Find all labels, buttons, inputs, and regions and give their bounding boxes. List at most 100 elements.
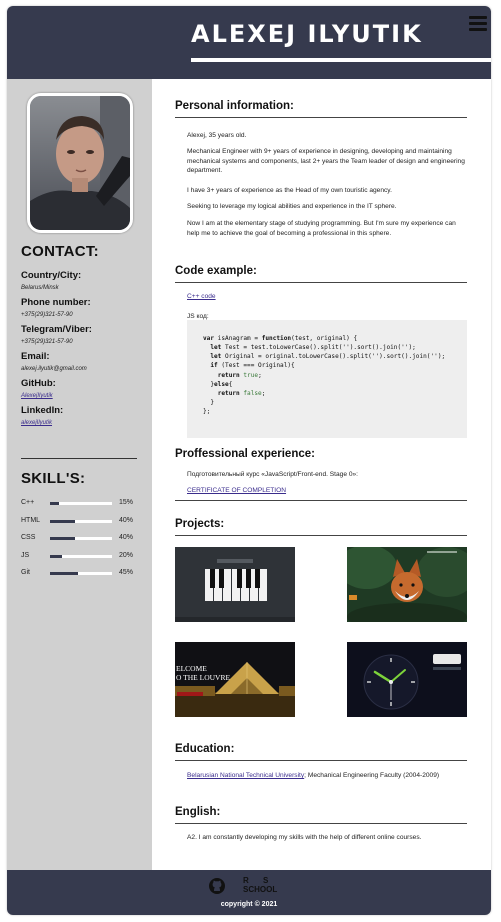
personal-paragraph: Now I am at the elementary stage of stud…	[187, 220, 456, 237]
code-line: };	[203, 408, 211, 416]
telegram-label: Telegram/Viber:	[21, 324, 92, 335]
rs-school-logo[interactable]: R S SCHOOL	[241, 877, 287, 895]
code-section: Code example:	[175, 265, 467, 283]
skill-bar-fill	[50, 519, 75, 523]
country-label: Country/City:	[21, 270, 82, 281]
louvre-thumb-text-2: O THE LOUVRE	[176, 673, 230, 682]
code-title: Code example:	[175, 265, 257, 277]
course-text: Подготовительный курс «JavaScript/Front-…	[187, 471, 359, 478]
github-label: GitHub:	[21, 378, 56, 389]
code-line: var isAnagram = function(test, original)…	[203, 335, 358, 342]
section-divider	[175, 535, 467, 536]
rs-logo-school: SCHOOL	[243, 885, 278, 894]
code-line: let Original = original.toLowerCase().sp…	[210, 353, 446, 361]
github-link[interactable]: AlexejIlyutik	[21, 393, 141, 399]
code-line: if (Test === Original){	[210, 362, 295, 370]
skill-percent: 45%	[119, 569, 134, 576]
section-divider	[175, 823, 467, 824]
telegram-value: +375(29)321-57-90	[21, 339, 73, 345]
rs-logo-letter-s: S	[263, 876, 269, 885]
contact-title: CONTACT:	[21, 243, 99, 260]
skill-name: Git	[21, 569, 30, 576]
skill-name: HTML	[21, 516, 41, 524]
section-divider	[175, 117, 467, 118]
avatar	[27, 93, 133, 233]
personal-paragraph: I have 3+ years of experience as the Hea…	[187, 187, 392, 194]
skill-bar	[50, 502, 112, 505]
title-underline	[191, 58, 491, 62]
certificate-link[interactable]: CERTIFICATE OF COMPLETION	[187, 487, 286, 494]
skill-percent: 15%	[119, 499, 134, 506]
personal-paragraph: Seeking to leverage my logical abilities…	[187, 203, 397, 210]
skill-percent: 40%	[119, 534, 134, 541]
university-link[interactable]: Belarusian National Technical University	[187, 771, 304, 781]
skill-name: C++	[21, 499, 35, 506]
english-section: English:	[175, 806, 467, 824]
skill-bar	[50, 537, 112, 540]
code-block: var isAnagram = function(test, original)…	[187, 320, 467, 438]
personal-paragraph: Alexej, 35 years old.	[187, 132, 247, 139]
contact-section: CONTACT: Country/City: Belarus/Minsk Pho…	[21, 243, 141, 430]
english-title: English:	[175, 806, 221, 818]
experience-section: Proffessional experience:	[175, 448, 467, 460]
linkedin-label: LinkedIn:	[21, 405, 64, 416]
skill-percent: 20%	[119, 551, 134, 559]
code-line: return true;	[217, 371, 262, 379]
projects-title: Projects:	[175, 518, 225, 530]
country-value: Belarus/Minsk	[21, 285, 59, 291]
phone-value: +375(29)321-57-90	[21, 312, 73, 318]
sidebar: CONTACT: Country/City: Belarus/Minsk Pho…	[7, 79, 152, 870]
personal-title: Personal information:	[175, 100, 294, 112]
experience-title: Proffessional experience:	[175, 448, 315, 460]
skill-row: JS 20%	[21, 552, 139, 570]
skill-row: HTML 40%	[21, 517, 139, 535]
cpp-code-link[interactable]: C++ code	[187, 293, 216, 300]
project-thumbnail-fox[interactable]	[347, 547, 467, 622]
projects-section: Projects:	[175, 518, 467, 536]
personal-paragraph: Mechanical Engineer with 9+ years of exp…	[187, 148, 465, 175]
skill-name: JS	[21, 551, 30, 559]
phone-label: Phone number:	[21, 297, 91, 308]
skill-row: C++ 15%	[21, 499, 139, 517]
project-thumbnail-louvre[interactable]: ELCOME O THE LOUVRE	[175, 642, 295, 717]
skill-row: Git 45%	[21, 569, 139, 587]
code-line: }else{	[203, 380, 233, 388]
project-thumbnail-piano[interactable]	[175, 547, 295, 622]
project-thumbnail-clock[interactable]	[347, 642, 467, 717]
english-text: A2. I am constantly developing my skills…	[187, 834, 422, 841]
skill-percent: 40%	[119, 516, 134, 524]
skill-name: CSS	[21, 534, 36, 541]
education-section: Education:	[175, 743, 467, 761]
education-details: ; Mechanical Engineering Faculty (2004-2…	[304, 772, 440, 779]
skill-bar-fill	[50, 572, 78, 575]
header: ALEXEJ ILYUTIK	[7, 6, 491, 79]
code-line: let Test = test.toLowerCase().split('').…	[210, 344, 416, 352]
skill-bar	[50, 572, 112, 575]
footer: R S SCHOOL copyright © 2021	[7, 870, 491, 915]
skill-bar-fill	[50, 537, 75, 540]
skills-list: C++ 15% HTML 40% CSS 40% JS 20% Git 45%	[21, 499, 139, 587]
skill-bar-fill	[50, 502, 60, 505]
louvre-thumb-text-1: ELCOME	[176, 664, 207, 673]
section-divider	[175, 760, 467, 761]
code-line: }	[203, 398, 215, 406]
email-label: Email:	[21, 351, 50, 362]
code-line: return false;	[217, 389, 266, 397]
education-text: Belarusian National Technical University…	[175, 771, 467, 781]
skill-bar-fill	[50, 554, 63, 558]
linkedin-link[interactable]: alexejIlyutik	[21, 420, 141, 426]
page-frame: ALEXEJ ILYUTIK CONTACT: Country/City: Be…	[7, 6, 491, 915]
section-divider	[175, 282, 467, 283]
rs-logo-letter-r: R	[243, 876, 249, 885]
hamburger-icon[interactable]	[469, 16, 487, 32]
sidebar-divider	[21, 458, 137, 459]
section-divider	[175, 500, 467, 501]
skill-row: CSS 40%	[21, 534, 139, 552]
email-value: alexej.ilyutik@gmail.com	[21, 366, 87, 372]
skill-bar	[50, 519, 112, 523]
copyright-text: copyright © 2021	[220, 901, 278, 908]
github-icon[interactable]	[209, 878, 225, 894]
skills-title: SKILL'S:	[21, 470, 86, 487]
skill-bar	[50, 554, 112, 558]
page-title: ALEXEJ ILYUTIK	[191, 20, 423, 48]
